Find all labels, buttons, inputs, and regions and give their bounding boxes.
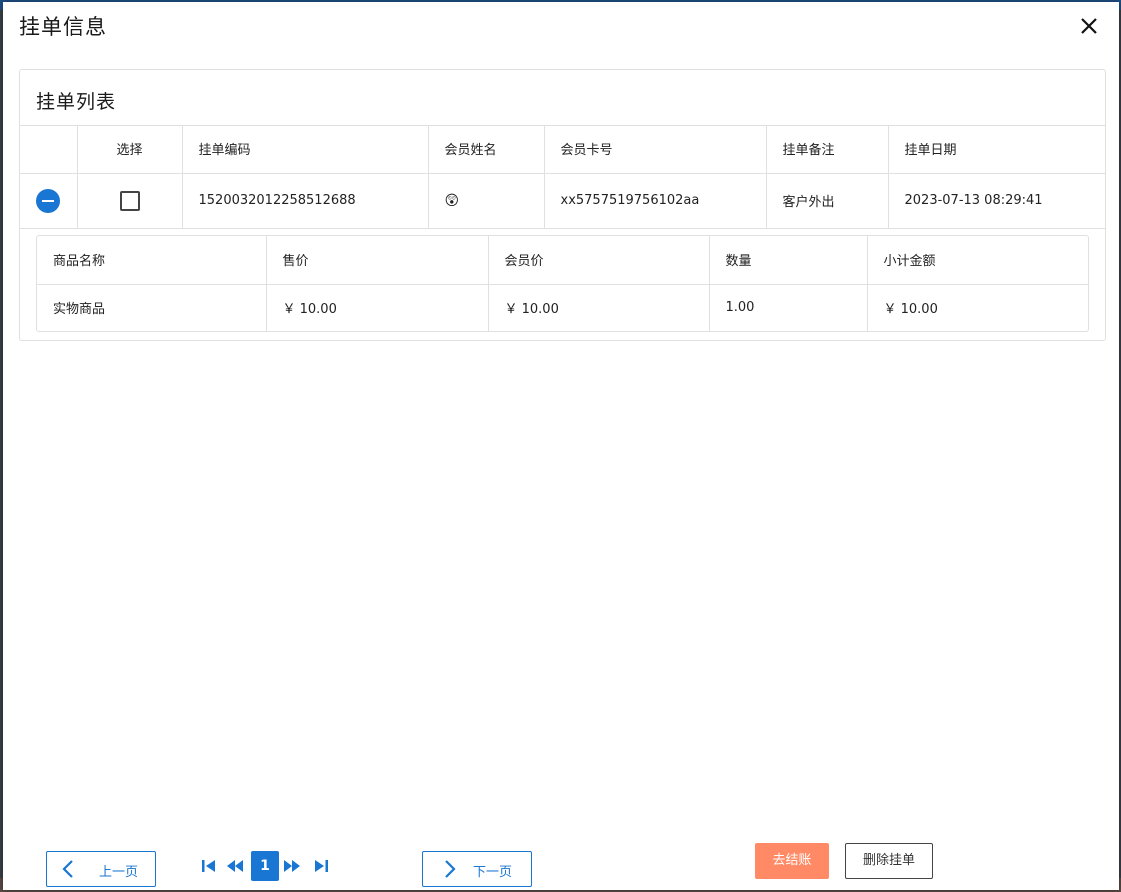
member-card-no: xx5757519756102aa (544, 173, 767, 229)
detail-header-row: 商品名称 售价 会员价 数量 小计金额 (37, 236, 1088, 285)
next-page-label: 下一页 (473, 865, 513, 880)
order-date: 2023-07-13 08:29:41 (888, 173, 1105, 229)
detail-row: 实物商品 ￥ 10.00 ￥ 10.00 1.00 ￥ 10.00 (37, 284, 1088, 331)
product-subtotal: ￥ 10.00 (883, 302, 938, 318)
table-row[interactable]: 1520032012258512688 😲 xx5757519756102aa … (20, 173, 1105, 229)
column-header-card-no: 会员卡号 (544, 125, 767, 174)
detail-header-member-price: 会员价 (488, 236, 710, 285)
product-name: 实物商品 (37, 284, 267, 331)
prev-page-button[interactable]: 上一页 (46, 851, 156, 887)
product-qty: 1.00 (709, 284, 868, 331)
first-page-icon[interactable] (200, 858, 218, 874)
column-header-expand (20, 125, 78, 174)
product-member-price: ￥ 10.00 (488, 284, 710, 331)
fast-forward-icon[interactable] (283, 858, 301, 874)
select-cell (77, 173, 183, 229)
detail-header-subtotal: 小计金额 (867, 236, 1088, 285)
row-checkbox[interactable] (119, 190, 140, 211)
order-detail-table: 商品名称 售价 会员价 数量 小计金额 实物商品 ￥ 10.00 ￥ 10.00… (37, 236, 1088, 331)
card-title: 挂单列表 (36, 91, 117, 113)
order-detail-panel: 商品名称 售价 会员价 数量 小计金额 实物商品 ￥ 10.00 ￥ 10.00… (36, 235, 1089, 332)
chevron-right-icon (439, 859, 459, 879)
column-header-select: 选择 (77, 125, 183, 174)
detail-header-qty: 数量 (709, 236, 868, 285)
pending-list-card: 挂单列表 选择 挂单编码 会员姓名 会员卡号 挂单备注 挂单日期 1520032… (19, 69, 1106, 341)
expand-cell (20, 173, 78, 229)
column-header-code: 挂单编码 (182, 125, 429, 174)
rewind-icon[interactable] (226, 858, 244, 874)
dialog-title: 挂单信息 (19, 15, 107, 39)
table-header-row: 选择 挂单编码 会员姓名 会员卡号 挂单备注 挂单日期 (20, 125, 1105, 174)
detail-header-name: 商品名称 (37, 236, 267, 285)
order-note: 客户外出 (766, 173, 889, 229)
column-header-member-name: 会员姓名 (428, 125, 545, 174)
prev-page-label: 上一页 (99, 865, 139, 880)
column-header-date: 挂单日期 (888, 125, 1105, 174)
collapse-icon[interactable] (36, 188, 61, 213)
pending-orders-dialog: 挂单信息 挂单列表 选择 挂单编码 会员姓名 会员卡号 挂单备注 挂单日期 15… (3, 2, 1119, 890)
chevron-left-icon (59, 859, 79, 879)
last-page-icon[interactable] (312, 858, 330, 874)
product-price: ￥ 10.00 (266, 284, 489, 331)
checkout-button[interactable]: 去结账 (755, 843, 829, 879)
order-code: 1520032012258512688 (182, 173, 429, 229)
member-name: 😲 (428, 173, 545, 229)
pending-list-table: 选择 挂单编码 会员姓名 会员卡号 挂单备注 挂单日期 152003201225… (20, 125, 1105, 229)
delete-order-button[interactable]: 删除挂单 (845, 843, 933, 879)
member-avatar-emoji: 😲 (444, 192, 460, 209)
column-header-note: 挂单备注 (766, 125, 889, 174)
detail-header-price: 售价 (266, 236, 489, 285)
close-icon[interactable] (1077, 14, 1101, 38)
next-page-button[interactable]: 下一页 (422, 851, 532, 887)
current-page-button[interactable]: 1 (251, 851, 279, 881)
